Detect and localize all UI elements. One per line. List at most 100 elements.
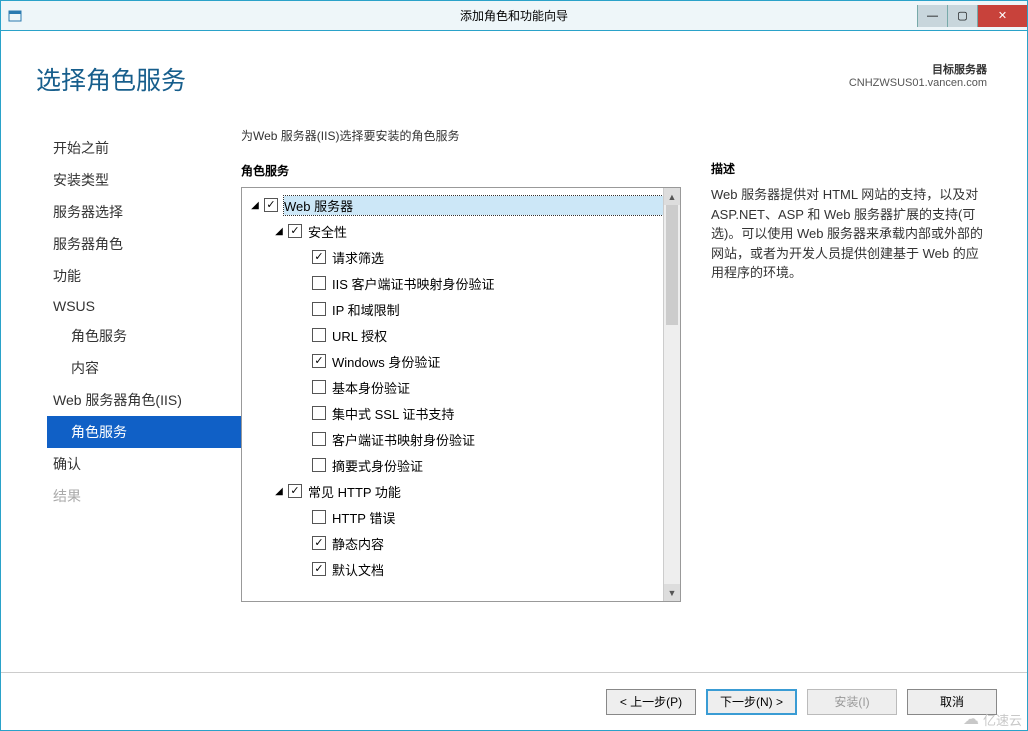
nav-step[interactable]: 功能 — [49, 260, 241, 292]
tree-label: IP 和域限制 — [332, 300, 663, 319]
app-icon — [7, 8, 23, 24]
tree-spacer — [296, 510, 310, 524]
watermark-text: 亿速云 — [983, 710, 1022, 729]
nav-step[interactable]: 服务器选择 — [49, 196, 241, 228]
tree-spacer — [296, 406, 310, 420]
tree-row[interactable]: ✓ 静态内容 — [242, 530, 663, 556]
tree-spacer — [296, 250, 310, 264]
nav-step[interactable]: Web 服务器角色(IIS) — [49, 384, 241, 416]
tree-spacer — [296, 302, 310, 316]
tree-row[interactable]: ✓ 请求筛选 — [242, 244, 663, 270]
tree-row[interactable]: 基本身份验证 — [242, 374, 663, 400]
tree-label: 客户端证书映射身份验证 — [332, 430, 663, 449]
main-subtitle: 为Web 服务器(IIS)选择要安装的角色服务 — [241, 127, 681, 144]
nav-step[interactable]: 角色服务 — [49, 320, 241, 352]
nav-step[interactable]: 开始之前 — [49, 132, 241, 164]
nav-step[interactable]: 角色服务 — [47, 416, 241, 448]
tree-row[interactable]: ✓Windows 身份验证 — [242, 348, 663, 374]
tree-expander-icon[interactable]: ◢ — [248, 198, 262, 212]
tree-checkbox[interactable]: ✓ — [312, 354, 326, 368]
next-button[interactable]: 下一步(N) > — [706, 689, 797, 715]
tree-label: HTTP 错误 — [332, 508, 663, 527]
tree-checkbox[interactable]: ✓ — [312, 562, 326, 576]
nav-step[interactable]: 服务器角色 — [49, 228, 241, 260]
page-title: 选择角色服务 — [36, 61, 849, 97]
tree-label: Web 服务器 — [284, 196, 663, 215]
nav-step[interactable]: 安装类型 — [49, 164, 241, 196]
tree-checkbox[interactable]: ✓ — [312, 536, 326, 550]
tree-checkbox[interactable]: ✓ — [288, 224, 302, 238]
tree-scroll-area: ◢✓Web 服务器◢✓安全性✓请求筛选IIS 客户端证书映射身份验证IP 和域限… — [242, 188, 663, 601]
install-button: 安装(I) — [807, 689, 897, 715]
nav-step: 结果 — [49, 480, 241, 512]
description-text: Web 服务器提供对 HTML 网站的支持，以及对 ASP.NET、ASP 和 … — [711, 185, 987, 283]
description-section-label: 描述 — [711, 160, 987, 177]
tree-row[interactable]: ◢✓ 常见 HTTP 功能 — [242, 478, 663, 504]
tree-label: 基本身份验证 — [332, 378, 663, 397]
tree-spacer — [296, 458, 310, 472]
previous-button[interactable]: < 上一步(P) — [606, 689, 696, 715]
tree-label: IIS 客户端证书映射身份验证 — [332, 274, 663, 293]
scroll-thumb[interactable] — [666, 205, 678, 325]
tree-row[interactable]: ✓ 默认文档 — [242, 556, 663, 582]
tree-checkbox[interactable]: ✓ — [264, 198, 278, 212]
tree-label: 摘要式身份验证 — [332, 456, 663, 475]
tree-row[interactable]: ◢✓ Web 服务器 — [242, 192, 663, 218]
wizard-window: 添加角色和功能向导 — ▢ ✕ 选择角色服务 目标服务器 CNHZWSUS01.… — [0, 0, 1028, 731]
minimize-button[interactable]: — — [917, 5, 947, 27]
tree-row[interactable]: HTTP 错误 — [242, 504, 663, 530]
close-button[interactable]: ✕ — [977, 5, 1027, 27]
tree-label: URL 授权 — [332, 326, 663, 345]
tree-checkbox[interactable] — [312, 276, 326, 290]
window-title: 添加角色和功能向导 — [1, 7, 1027, 24]
tree-spacer — [296, 380, 310, 394]
tree-row[interactable]: URL 授权 — [242, 322, 663, 348]
tree-label: 集中式 SSL 证书支持 — [332, 404, 663, 423]
tree-row[interactable]: 摘要式身份验证 — [242, 452, 663, 478]
tree-checkbox[interactable]: ✓ — [288, 484, 302, 498]
tree-checkbox[interactable] — [312, 328, 326, 342]
role-services-tree: ◢✓Web 服务器◢✓安全性✓请求筛选IIS 客户端证书映射身份验证IP 和域限… — [241, 187, 681, 602]
nav-step[interactable]: 确认 — [49, 448, 241, 480]
tree-spacer — [296, 276, 310, 290]
target-server-value: CNHZWSUS01.vancen.com — [849, 77, 987, 89]
content-area: 选择角色服务 目标服务器 CNHZWSUS01.vancen.com 开始之前安… — [1, 31, 1027, 730]
target-server-label: 目标服务器 — [849, 61, 987, 77]
tree-spacer — [296, 536, 310, 550]
tree-spacer — [296, 432, 310, 446]
roles-section-label: 角色服务 — [241, 162, 681, 179]
wizard-nav-sidebar: 开始之前安装类型服务器选择服务器角色功能WSUS角色服务内容Web 服务器角色(… — [1, 127, 241, 672]
tree-checkbox[interactable] — [312, 380, 326, 394]
nav-step[interactable]: WSUS — [49, 292, 241, 320]
wizard-footer: < 上一步(P) 下一步(N) > 安装(I) 取消 — [1, 672, 1027, 730]
tree-expander-icon[interactable]: ◢ — [272, 224, 286, 238]
vertical-scrollbar[interactable]: ▲ ▼ — [663, 188, 680, 601]
tree-spacer — [296, 562, 310, 576]
tree-spacer — [296, 354, 310, 368]
watermark: ☁ 亿速云 — [963, 709, 1022, 729]
nav-step[interactable]: 内容 — [49, 352, 241, 384]
tree-checkbox[interactable] — [312, 458, 326, 472]
tree-row[interactable]: IP 和域限制 — [242, 296, 663, 322]
scroll-up-arrow-icon[interactable]: ▲ — [664, 188, 680, 205]
tree-spacer — [296, 328, 310, 342]
tree-row[interactable]: 集中式 SSL 证书支持 — [242, 400, 663, 426]
tree-expander-icon[interactable]: ◢ — [272, 484, 286, 498]
tree-row[interactable]: ◢✓安全性 — [242, 218, 663, 244]
maximize-button[interactable]: ▢ — [947, 5, 977, 27]
tree-label: 默认文档 — [332, 560, 663, 579]
scroll-down-arrow-icon[interactable]: ▼ — [664, 584, 680, 601]
target-server-info: 目标服务器 CNHZWSUS01.vancen.com — [849, 61, 987, 89]
tree-checkbox[interactable] — [312, 432, 326, 446]
tree-checkbox[interactable] — [312, 510, 326, 524]
cloud-icon: ☁ — [963, 709, 979, 729]
title-bar: 添加角色和功能向导 — ▢ ✕ — [1, 1, 1027, 31]
tree-checkbox[interactable] — [312, 302, 326, 316]
tree-label: 常见 HTTP 功能 — [308, 482, 663, 501]
tree-row[interactable]: 客户端证书映射身份验证 — [242, 426, 663, 452]
tree-checkbox[interactable] — [312, 406, 326, 420]
tree-label: 静态内容 — [332, 534, 663, 553]
tree-row[interactable]: IIS 客户端证书映射身份验证 — [242, 270, 663, 296]
tree-label: 请求筛选 — [332, 248, 663, 267]
tree-checkbox[interactable]: ✓ — [312, 250, 326, 264]
